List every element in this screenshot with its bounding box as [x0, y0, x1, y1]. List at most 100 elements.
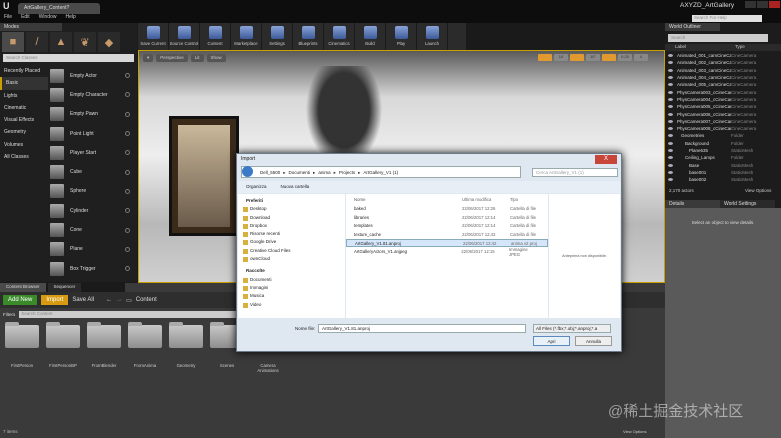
- visibility-eye-icon[interactable]: [668, 97, 673, 101]
- nav-item[interactable]: Immagini: [242, 285, 341, 293]
- actor-item[interactable]: Empty Pawn: [50, 105, 130, 124]
- help-icon[interactable]: [125, 227, 130, 233]
- category-lights[interactable]: Lights: [0, 90, 48, 102]
- nav-item[interactable]: Documenti: [242, 277, 341, 285]
- filename-input[interactable]: ArtGallery_V1.81.anproj: [318, 324, 526, 333]
- menu-help[interactable]: Help: [65, 14, 75, 23]
- landscape-mode-icon[interactable]: ▲: [50, 32, 72, 52]
- nav-item[interactable]: Video: [242, 302, 341, 310]
- outliner-row[interactable]: Plane635 StaticMesh: [665, 147, 781, 154]
- actor-item[interactable]: Sphere: [50, 182, 130, 201]
- search-classes-input[interactable]: Search Classes: [3, 54, 134, 62]
- category-all-classes[interactable]: All Classes: [0, 151, 48, 163]
- menu-window[interactable]: Window: [39, 14, 57, 23]
- cancel-button[interactable]: Annulla: [575, 336, 612, 346]
- help-icon[interactable]: [125, 73, 130, 79]
- import-button[interactable]: Import: [41, 295, 69, 305]
- tab-sequencer[interactable]: Sequencer: [47, 283, 82, 292]
- settings-button[interactable]: Settings: [262, 23, 293, 50]
- name-column-header[interactable]: Nome: [354, 197, 462, 202]
- open-button[interactable]: Apri: [533, 336, 570, 346]
- back-button[interactable]: [242, 166, 253, 177]
- content-folder[interactable]: FromAnima: [128, 322, 162, 373]
- actor-item[interactable]: Plane: [50, 240, 130, 259]
- help-search-input[interactable]: Search For Help: [692, 15, 762, 22]
- visibility-eye-icon[interactable]: [668, 141, 673, 145]
- visibility-eye-icon[interactable]: [668, 68, 673, 72]
- nav-item[interactable]: Musica: [242, 293, 341, 301]
- outliner-row[interactable]: Base StaticMesh: [665, 161, 781, 168]
- outliner-row[interactable]: base002 StaticMesh: [665, 176, 781, 183]
- viewport-menu-button[interactable]: ▾: [143, 54, 154, 62]
- content-folder[interactable]: Geometry: [169, 322, 203, 373]
- foliage-mode-icon[interactable]: ❦: [74, 32, 96, 52]
- category-basic[interactable]: Basic: [0, 77, 48, 90]
- outliner-row[interactable]: PhysCamera006_cCineCameraCineCamera: [665, 110, 781, 117]
- actor-item[interactable]: Cube: [50, 162, 130, 181]
- help-icon[interactable]: [125, 169, 130, 175]
- file-row[interactable]: baked 22/06/2017 12:26 Cartella di file: [346, 204, 548, 213]
- grid-snap-button[interactable]: 10: [554, 54, 568, 61]
- outliner-row[interactable]: Animated_002_camCineCameraCineCamera: [665, 59, 781, 66]
- nav-item[interactable]: Dropbox: [242, 223, 341, 231]
- actor-item[interactable]: Point Light: [50, 124, 130, 143]
- help-icon[interactable]: [125, 266, 130, 272]
- paint-mode-icon[interactable]: /: [26, 32, 48, 52]
- type-column-header[interactable]: Type: [735, 44, 745, 51]
- world-settings-tab[interactable]: World Settings: [720, 200, 775, 208]
- help-icon[interactable]: [125, 150, 130, 156]
- nav-item[interactable]: Creative Cloud Files: [242, 248, 341, 256]
- lit-button[interactable]: Lit: [190, 54, 204, 62]
- add-new-button[interactable]: Add New: [3, 295, 38, 305]
- help-icon[interactable]: [125, 246, 130, 252]
- breadcrumb-item[interactable]: anima: [318, 170, 330, 177]
- outliner-row[interactable]: PhysCamera007_cCineCameraCineCamera: [665, 118, 781, 125]
- forward-icon[interactable]: →: [116, 297, 122, 303]
- content-folder[interactable]: FirstPersonBP: [46, 322, 80, 373]
- save-current-button[interactable]: Save Current: [138, 23, 169, 50]
- outliner-row[interactable]: PhysCamera004_cCineCameraCineCamera: [665, 96, 781, 103]
- actor-item[interactable]: Cone: [50, 220, 130, 239]
- nav-item[interactable]: Raccolte: [242, 268, 341, 276]
- new-folder-button[interactable]: Nuova cartella: [281, 184, 310, 190]
- help-icon[interactable]: [125, 131, 130, 137]
- dialog-search-input[interactable]: Cerca ArtGallery_V1 (1): [532, 168, 618, 177]
- outliner-row[interactable]: Geometries Folder: [665, 132, 781, 139]
- help-icon[interactable]: [125, 92, 130, 98]
- visibility-eye-icon[interactable]: [668, 83, 673, 87]
- geometry-mode-icon[interactable]: ◆: [98, 32, 120, 52]
- path-content[interactable]: Content: [136, 297, 157, 303]
- visibility-eye-icon[interactable]: [668, 149, 673, 152]
- show-button[interactable]: Show: [206, 54, 226, 62]
- play-button[interactable]: Play: [386, 23, 417, 50]
- file-row[interactable]: texture_cache 22/06/2017 12:43 Cartella di…: [346, 230, 548, 239]
- view-options-button[interactable]: View Options: [745, 188, 771, 193]
- actor-item[interactable]: Empty Actor: [50, 66, 130, 85]
- organize-button[interactable]: Organizza: [246, 184, 267, 190]
- menu-edit[interactable]: Edit: [21, 14, 30, 23]
- breadcrumb-item[interactable]: Projects: [339, 170, 355, 177]
- help-icon[interactable]: [125, 111, 130, 117]
- scale-snap-value[interactable]: 0.25: [618, 54, 632, 61]
- file-type-select[interactable]: All Files (*.fbx;*.obj;*.anproj;*.a: [533, 324, 611, 333]
- visibility-eye-icon[interactable]: [668, 170, 673, 174]
- outliner-row[interactable]: PhysCamera008_cCineCameraCineCamera: [665, 125, 781, 132]
- file-row[interactable]: libraries 22/06/2017 12:14 Cartella di fil…: [346, 213, 548, 222]
- minimize-button[interactable]: [745, 1, 756, 8]
- menu-file[interactable]: File: [4, 14, 12, 23]
- file-row[interactable]: templates 22/06/2017 12:14 Cartella di fil…: [346, 221, 548, 230]
- visibility-eye-icon[interactable]: [668, 178, 673, 182]
- outliner-row[interactable]: Animated_003_camCineCameraCineCamera: [665, 67, 781, 74]
- outliner-row[interactable]: Animated_005_camCineCameraCineCamera: [665, 81, 781, 88]
- visibility-eye-icon[interactable]: [668, 54, 673, 58]
- outliner-row[interactable]: Ceiling_Lamps Folder: [665, 154, 781, 161]
- modes-tab[interactable]: Modes: [0, 23, 62, 31]
- category-recently-placed[interactable]: Recently Placed: [0, 65, 48, 77]
- nav-item[interactable]: ownCloud: [242, 256, 341, 264]
- outliner-row[interactable]: base001 StaticMesh: [665, 169, 781, 176]
- outliner-search-input[interactable]: Search: [668, 34, 768, 42]
- camera-speed-button[interactable]: 4: [634, 54, 648, 61]
- blueprints-button[interactable]: Blueprints: [293, 23, 324, 50]
- visibility-eye-icon[interactable]: [668, 105, 673, 109]
- launch-button[interactable]: Launch: [417, 23, 448, 50]
